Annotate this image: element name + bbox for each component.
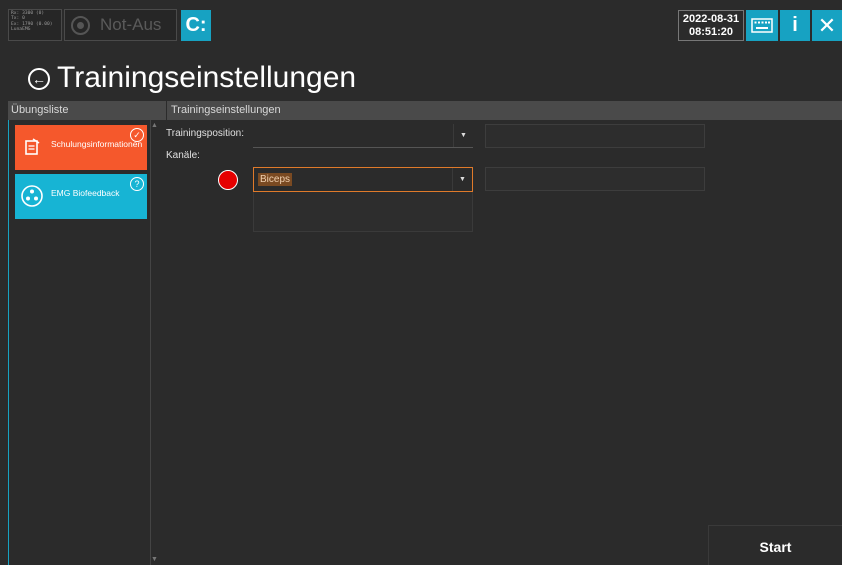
channel-1-select[interactable]: Biceps ▼: [253, 167, 473, 192]
emergency-stop-label: Not-Aus: [100, 15, 162, 34]
emergency-stop-indicator: Not-Aus: [64, 9, 177, 41]
time-text: 08:51:20: [688, 26, 734, 38]
help-icon: ?: [130, 177, 144, 191]
channel-1-extra-field: [485, 167, 705, 191]
exercise-list-header: Übungsliste: [11, 104, 69, 116]
channel-1-dropdown-area: [253, 192, 473, 232]
training-position-label: Trainingsposition:: [166, 128, 245, 139]
chevron-down-icon: ▼: [452, 168, 472, 191]
scroll-down-arrow-icon[interactable]: ▼: [151, 556, 158, 563]
training-position-select[interactable]: ▼: [253, 124, 473, 148]
status-line: LunaEMG: [11, 27, 31, 33]
training-position-extra-field: [485, 124, 705, 148]
keyboard-button[interactable]: [746, 10, 778, 41]
emergency-stop-icon: [71, 16, 90, 35]
keyboard-icon: [751, 18, 773, 33]
training-settings-panel: Trainingsposition: ▼ Kanäle: Biceps ▼ St…: [160, 120, 842, 565]
exercise-item-label: Schulungsinformationen: [51, 139, 143, 149]
checkmark-icon: ✓: [130, 128, 144, 142]
connect-button[interactable]: C:: [181, 10, 211, 41]
page-title: Trainingseinstellungen: [57, 61, 357, 94]
start-button[interactable]: Start: [708, 525, 842, 565]
chevron-down-icon: ▼: [453, 124, 473, 147]
emg-electrode-icon: [21, 185, 43, 207]
exercise-item-label: EMG Biofeedback: [51, 188, 120, 198]
close-button[interactable]: ✕: [812, 10, 842, 41]
document-edit-icon: [25, 138, 40, 155]
exercise-list-scrollbar[interactable]: ▲ ▼: [150, 120, 158, 565]
exercise-item-emg-biofeedback[interactable]: EMG Biofeedback ?: [15, 174, 147, 219]
device-status-box: Rx: 3300 (0) Tx: 0 Ex: 1790 (0.00) LunaE…: [8, 9, 62, 41]
channel-1-value: Biceps: [258, 173, 293, 186]
exercise-item-schulungsinformationen[interactable]: Schulungsinformationen ✓: [15, 125, 147, 170]
datetime-display: 2022-08-31 08:51:20: [678, 10, 744, 41]
date-text: 2022-08-31: [682, 13, 740, 25]
back-arrow-icon[interactable]: ←: [28, 68, 50, 90]
info-button[interactable]: i: [780, 10, 810, 41]
channel-color-indicator: [218, 170, 238, 190]
training-settings-header: Trainingseinstellungen: [166, 101, 281, 120]
exercise-list-panel: Schulungsinformationen ✓ EMG Biofeedback…: [8, 120, 151, 565]
scroll-up-arrow-icon[interactable]: ▲: [151, 122, 158, 129]
top-bar: Rx: 3300 (0) Tx: 0 Ex: 1790 (0.00) LunaE…: [0, 0, 842, 42]
section-header-bar: Übungsliste Trainingseinstellungen: [8, 101, 842, 120]
channels-label: Kanäle:: [166, 150, 200, 161]
